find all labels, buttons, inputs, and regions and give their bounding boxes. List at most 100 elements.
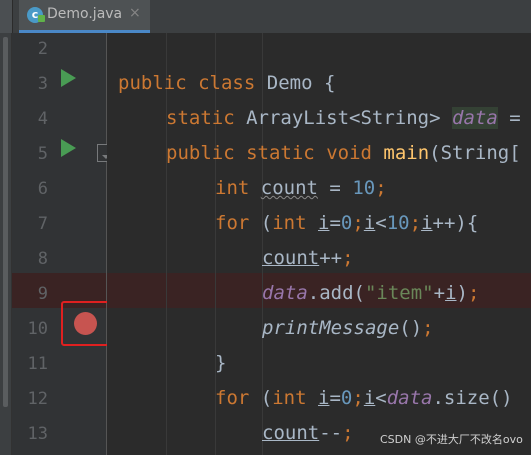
semicolon: ;: [409, 212, 422, 234]
method-name: main: [383, 142, 430, 164]
line-number: 10: [27, 319, 48, 339]
left-tool-strip: [0, 33, 12, 455]
variable-name: count: [262, 247, 320, 269]
semicolon: ;: [422, 317, 434, 339]
class-name: Demo: [266, 72, 313, 94]
code-line-11: }: [215, 352, 226, 374]
code-line-10: printMessage();: [262, 317, 434, 339]
code-text: ): [456, 282, 468, 304]
keyword: for: [215, 212, 250, 234]
line-number: 4: [37, 109, 48, 129]
variable-name: i: [363, 212, 376, 234]
code-line-5: public static void main(String[: [166, 142, 521, 164]
breakpoint-icon[interactable]: [74, 312, 97, 335]
number-literal: 0: [340, 212, 353, 234]
line-number: 8: [37, 249, 48, 269]
line-number: 9: [37, 284, 48, 304]
code-line-7: for (int i=0;i<10;i++){: [215, 212, 478, 234]
breakpoint-highlight-box: [61, 301, 110, 346]
java-class-icon: c: [27, 7, 45, 23]
keyword: for: [215, 387, 250, 409]
line-number: 2: [37, 39, 48, 59]
keyword: public: [166, 142, 235, 164]
watermark: CSDN @不进大厂不改名ovo: [380, 433, 523, 446]
line-number: 6: [37, 179, 48, 199]
field-name: data: [262, 282, 308, 304]
code-text: =: [329, 212, 341, 234]
line-number: 12: [27, 389, 48, 409]
code-text: (String[: [429, 142, 521, 164]
keyword: int: [215, 177, 250, 199]
keyword: static: [246, 142, 315, 164]
line-number: 3: [37, 74, 48, 94]
code-text: (): [399, 317, 423, 339]
type-name: ArrayList<String>: [246, 107, 441, 129]
keyword: void: [326, 142, 372, 164]
tab-scroll-stub[interactable]: [0, 0, 13, 33]
run-main-icon[interactable]: [61, 139, 76, 157]
line-number: 11: [27, 354, 48, 374]
field-name: data: [386, 387, 433, 409]
run-class-icon[interactable]: [61, 69, 76, 87]
code-line-9: data.add("item"+i);: [262, 282, 479, 304]
keyword: static: [166, 107, 235, 129]
method-name: printMessage: [262, 317, 400, 339]
code-text: ++){: [432, 212, 479, 234]
code-text: .add(: [307, 282, 365, 304]
code-line-6: int count = 10;: [215, 177, 387, 199]
indent-guide: [166, 33, 167, 455]
semicolon: ;: [342, 422, 354, 444]
line-number: 5: [37, 144, 48, 164]
code-line-12: for (int i=0;i<data.size(): [215, 387, 513, 409]
code-text: (: [249, 387, 273, 409]
code-text: --: [319, 422, 343, 444]
keyword: class: [198, 72, 256, 94]
code-line-3: public class Demo {: [118, 72, 335, 94]
variable-name: count: [260, 177, 318, 199]
code-text: <: [375, 387, 387, 409]
code-editor[interactable]: public class Demo { static ArrayList<Str…: [107, 33, 531, 455]
code-text: }: [215, 352, 227, 374]
keyword: int: [272, 212, 307, 234]
semicolon: ;: [467, 282, 480, 304]
close-icon[interactable]: ×: [129, 5, 141, 21]
variable-name: i: [363, 387, 376, 409]
left-strip-scrollbar[interactable]: [3, 37, 8, 407]
line-number: 7: [37, 214, 48, 234]
semicolon: ;: [352, 212, 364, 234]
code-text: =: [497, 107, 521, 129]
tab-demo-java[interactable]: c Demo.java ×: [19, 0, 150, 33]
editor-tab-bar: c Demo.java ×: [0, 0, 531, 34]
field-name: data: [452, 107, 498, 129]
semicolon: ;: [342, 247, 354, 269]
tab-title: Demo.java: [47, 6, 123, 22]
code-text: .size(): [432, 387, 513, 409]
semicolon: ;: [352, 387, 364, 409]
code-text: (: [249, 212, 273, 234]
code-text: ++: [319, 247, 343, 269]
code-line-4: static ArrayList<String> data =: [166, 107, 521, 129]
variable-name: i: [318, 387, 330, 409]
line-number: 13: [27, 424, 48, 444]
keyword: int: [272, 387, 307, 409]
variable-name: i: [318, 212, 330, 234]
number-literal: 0: [340, 387, 353, 409]
variable-name: i: [421, 212, 433, 234]
code-line-8: count++;: [262, 247, 354, 269]
code-text: =: [317, 177, 353, 199]
code-text: {: [312, 72, 336, 94]
code-text: +: [433, 282, 446, 304]
string-literal: "item": [364, 282, 434, 304]
semicolon: ;: [375, 177, 387, 199]
number-literal: 10: [352, 177, 376, 199]
keyword: public: [118, 72, 187, 94]
variable-name: i: [445, 282, 457, 304]
editor-gutter[interactable]: 2 3 4 5 6 7 8 9 10 11 12 13: [12, 33, 115, 455]
variable-name: count: [262, 422, 320, 444]
number-literal: 10: [386, 212, 410, 234]
code-text: <: [375, 212, 387, 234]
code-text: =: [329, 387, 341, 409]
code-line-13: count--;: [262, 422, 354, 444]
